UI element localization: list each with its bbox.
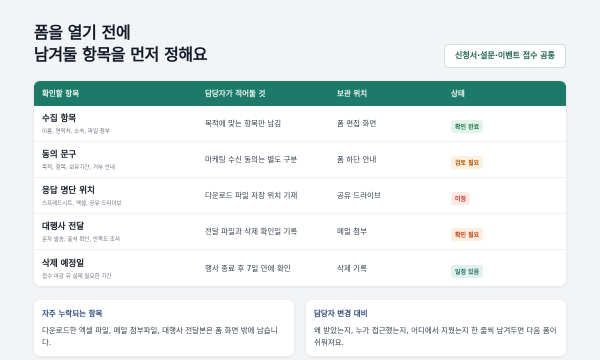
item-name: 대행사 전달 <box>42 222 85 232</box>
checklist-table: 확인할 항목 담당자가 적어둘 것 보관 위치 상태 수집 항목 이름, 연락처… <box>34 81 566 286</box>
item-description: 목적, 항목, 보유기간, 거부 안내 <box>42 165 115 171</box>
status-badge: 일정 있음 <box>451 264 484 278</box>
item-name: 수집 항목 <box>42 114 77 124</box>
column-header-note: 담당자가 적어둘 것 <box>205 89 266 98</box>
note-card-handover: 담당자 변경 대비 왜 받았는지, 누가 접근했는지, 어디에서 지웠는지 한 … <box>306 300 566 356</box>
item-name: 동의 문구 <box>42 150 77 160</box>
item-description: 접수 마감 뒤 실제 필요한 기간 <box>42 273 112 280</box>
item-name: 응답 명단 위치 <box>42 186 95 196</box>
table-row[interactable]: 삭제 예정일 접수 마감 뒤 실제 필요한 기간 행사 종료 후 7일 안에 확… <box>34 250 566 286</box>
note-card-missing-items: 자주 누락되는 항목 다운로드한 엑셀 파일, 메일 첨부파일, 대행사 전달본… <box>34 300 294 356</box>
scope-badge: 신청서·설문·이벤트 접수 공통 <box>444 44 566 68</box>
item-description: 스프레드시트, 엑셀, 공유 드라이브 <box>42 201 122 207</box>
item-location: 폼 편집 화면 <box>337 119 377 128</box>
note-title: 자주 누락되는 항목 <box>42 309 103 318</box>
table-header: 확인할 항목 담당자가 적어둘 것 보관 위치 상태 <box>34 81 566 106</box>
status-badge: 검토 필요 <box>451 156 484 169</box>
table-row[interactable]: 대행사 전달 문자 발송, 출석 확인, 만족도 조사 전달 파일과 삭제 확인… <box>34 214 566 250</box>
status-badge: 미정 <box>451 192 471 205</box>
page-title-line1: 폼을 열기 전에 <box>34 23 131 42</box>
item-note: 행사 종료 후 7일 안에 확인 <box>205 263 291 273</box>
item-location: 공유 드라이브 <box>337 191 381 200</box>
page-title-line2: 남겨둘 항목을 먼저 정해요 <box>34 45 208 64</box>
note-body: 왜 받았는지, 누가 접근했는지, 어디에서 지웠는지 한 줄씩 남겨두면 다음… <box>314 326 557 347</box>
item-note: 목적에 맞는 항목만 남김 <box>205 119 282 128</box>
status-badge: 확인 완료 <box>451 120 484 133</box>
page-title: 폼을 열기 전에 남겨둘 항목을 먼저 정해요 <box>34 22 207 66</box>
column-header-status: 상태 <box>451 89 465 98</box>
column-header-item: 확인할 항목 <box>42 89 80 98</box>
table-row[interactable]: 수집 항목 이름, 연락처, 소속, 파일 첨부 목적에 맞는 항목만 남김 폼… <box>34 106 566 142</box>
item-name: 삭제 예정일 <box>42 258 85 269</box>
item-location: 메일 첨부 <box>337 227 367 236</box>
item-location: 폼 하단 안내 <box>337 155 377 164</box>
item-description: 문자 발송, 출석 확인, 만족도 조사 <box>42 237 121 243</box>
item-location: 삭제 기록 <box>337 263 367 273</box>
note-body: 다운로드한 엑셀 파일, 메일 첨부파일, 대행사 전달본은 폼 화면 밖에 남… <box>42 326 278 347</box>
column-header-location: 보관 위치 <box>337 89 368 98</box>
item-note: 마케팅 수신 동의는 별도 구분 <box>205 155 298 164</box>
item-note: 다운로드 파일 저장 위치 기재 <box>205 191 298 200</box>
table-row[interactable]: 동의 문구 목적, 항목, 보유기간, 거부 안내 마케팅 수신 동의는 별도 … <box>34 142 566 178</box>
note-title: 담당자 변경 대비 <box>314 309 368 318</box>
item-note: 전달 파일과 삭제 확인일 기록 <box>205 227 298 236</box>
status-badge: 확인 필요 <box>451 228 484 241</box>
table-row[interactable]: 응답 명단 위치 스프레드시트, 엑셀, 공유 드라이브 다운로드 파일 저장 … <box>34 178 566 214</box>
item-description: 이름, 연락처, 소속, 파일 첨부 <box>42 129 110 135</box>
